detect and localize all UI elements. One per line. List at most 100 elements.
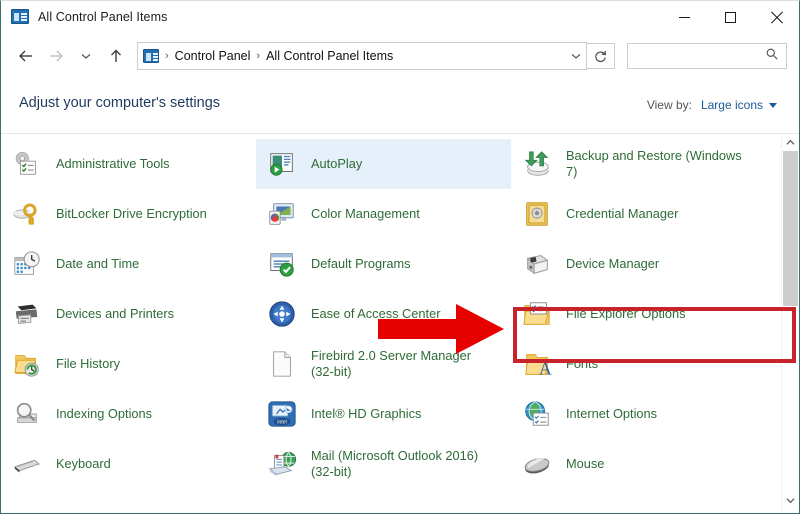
view-by-value[interactable]: Large icons [701,98,763,112]
item-bitlocker-drive-encryption[interactable]: BitLocker Drive Encryption [1,189,256,239]
items-column-3: Backup and Restore (Windows 7) Credentia… [511,139,766,489]
default-programs-icon [266,248,298,280]
forward-button[interactable] [41,41,71,71]
item-file-explorer-options[interactable]: File Explorer Options [511,289,766,339]
minimize-button[interactable] [661,1,707,33]
scroll-down-button[interactable] [782,492,799,509]
color-management-icon [266,198,298,230]
item-label: Color Management [311,206,420,221]
credential-manager-icon [521,198,553,230]
up-arrow-icon [111,49,121,62]
backup-and-restore-icon [521,148,553,180]
page-title: Adjust your computer's settings [19,95,221,111]
up-button[interactable] [101,41,131,71]
search-icon[interactable] [765,47,779,66]
item-color-management[interactable]: Color Management [256,189,511,239]
item-backup-and-restore[interactable]: Backup and Restore (Windows 7) [511,139,766,189]
item-default-programs[interactable]: Default Programs [256,239,511,289]
forward-arrow-icon [50,50,63,62]
item-indexing-options[interactable]: Indexing Options [1,389,256,439]
keyboard-icon [11,448,43,480]
item-internet-options[interactable]: Internet Options [511,389,766,439]
title-bar: All Control Panel Items [1,1,799,33]
mouse-icon [521,448,553,480]
view-by-control: View by: Large icons [647,98,777,112]
item-ease-of-access-center[interactable]: Ease of Access Center [256,289,511,339]
maximize-button[interactable] [707,1,753,33]
back-button[interactable] [11,41,41,71]
item-label: Default Programs [311,256,411,271]
search-box[interactable] [627,43,787,69]
scroll-down-icon [786,498,795,504]
recent-locations-button[interactable] [71,41,101,71]
scroll-up-button[interactable] [782,134,799,151]
header-strip: Adjust your computer's settings View by:… [1,79,799,134]
autoplay-icon [266,148,298,180]
chevron-down-icon [81,54,91,59]
control-panel-items-area: Administrative Tools BitLocker Drive Enc… [1,134,799,513]
item-date-and-time[interactable]: Date and Time [1,239,256,289]
breadcrumb-separator-2: › [256,50,261,62]
item-file-history[interactable]: File History [1,339,256,389]
ease-of-access-icon [266,298,298,330]
item-label: Internet Options [566,406,658,421]
close-button[interactable] [753,1,799,33]
indexing-options-icon [11,398,43,430]
devices-and-printers-icon [11,298,43,330]
item-label: File Explorer Options [566,306,686,321]
file-explorer-options-icon [521,298,553,330]
date-and-time-icon [11,248,43,280]
item-administrative-tools[interactable]: Administrative Tools [1,139,256,189]
window-controls [661,1,799,33]
item-credential-manager[interactable]: Credential Manager [511,189,766,239]
window-title: All Control Panel Items [38,10,168,24]
address-bar[interactable]: › Control Panel › All Control Panel Item… [137,42,587,70]
item-devices-and-printers[interactable]: Devices and Printers [1,289,256,339]
item-intel-hd-graphics[interactable]: intel Intel® HD Graphics [256,389,511,439]
item-label: Intel® HD Graphics [311,406,422,421]
navigation-bar: › Control Panel › All Control Panel Item… [1,33,799,79]
control-panel-icon [11,9,29,25]
search-input[interactable] [628,44,765,68]
intel-hd-graphics-icon: intel [266,398,298,430]
items-column-2: AutoPlay Color Management Default Progra… [256,139,511,489]
firebird-server-manager-icon [266,348,298,380]
refresh-button[interactable] [587,43,615,69]
item-autoplay[interactable]: AutoPlay [256,139,511,189]
item-label: Firebird 2.0 Server Manager (32-bit) [311,348,472,379]
bitlocker-icon [11,198,43,230]
items-grid: Administrative Tools BitLocker Drive Enc… [1,139,766,489]
breadcrumb-all-control-panel-items[interactable]: All Control Panel Items [266,49,393,63]
item-label: Devices and Printers [56,306,175,321]
item-label: File History [56,356,120,371]
refresh-icon [595,50,607,62]
minimize-icon [678,17,690,18]
address-control-panel-icon [143,49,159,63]
item-keyboard[interactable]: Keyboard [1,439,256,489]
scrollbar-thumb[interactable] [783,151,798,306]
internet-options-icon [521,398,553,430]
scroll-up-icon [786,139,795,145]
item-label: Indexing Options [56,406,153,421]
item-device-manager[interactable]: Device Manager [511,239,766,289]
address-dropdown-button[interactable] [566,44,586,68]
item-label: Backup and Restore (Windows 7) [566,148,742,179]
item-label: Date and Time [56,256,140,271]
items-column-1: Administrative Tools BitLocker Drive Enc… [1,139,256,489]
item-fonts[interactable]: A Fonts [511,339,766,389]
close-icon [770,11,783,24]
administrative-tools-icon [11,148,43,180]
vertical-scrollbar[interactable] [781,134,799,513]
breadcrumb-control-panel[interactable]: Control Panel [175,49,251,63]
caret-down-icon[interactable] [769,102,777,108]
item-label: Keyboard [56,456,111,471]
item-firebird-server-manager[interactable]: Firebird 2.0 Server Manager (32-bit) [256,339,511,389]
item-label: Mouse [566,456,605,471]
item-label: Device Manager [566,256,660,271]
item-mail[interactable]: Mail (Microsoft Outlook 2016) (32-bit) [256,439,511,489]
item-label: Mail (Microsoft Outlook 2016) (32-bit) [311,448,479,479]
fonts-icon: A [521,348,553,380]
item-mouse[interactable]: Mouse [511,439,766,489]
item-label: Ease of Access Center [311,306,441,321]
item-label: Fonts [566,356,599,371]
